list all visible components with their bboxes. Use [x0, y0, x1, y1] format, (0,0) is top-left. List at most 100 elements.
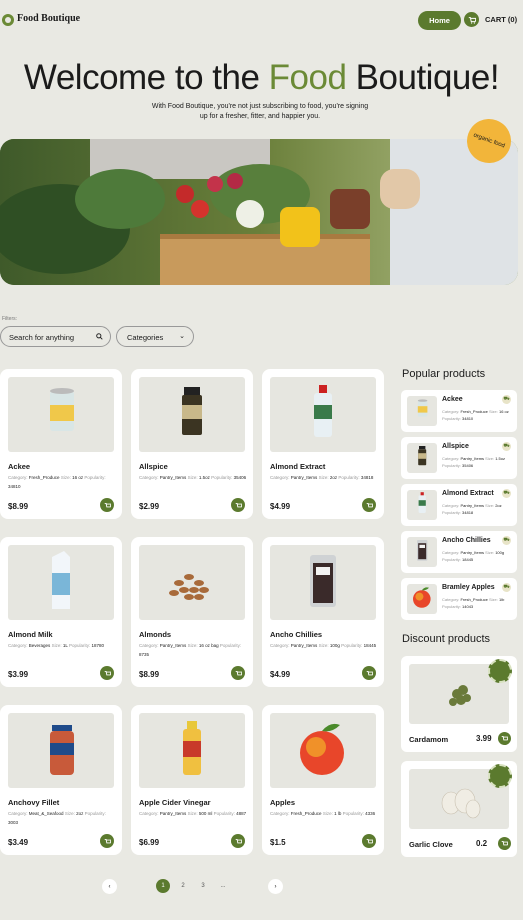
- product-name[interactable]: Almond Milk: [8, 630, 53, 639]
- add-to-cart-button[interactable]: [100, 666, 114, 680]
- product-card[interactable]: Apple Cider Vinegar Category: Pantry_Item…: [131, 705, 253, 855]
- product-name[interactable]: Apples: [270, 798, 295, 807]
- cart-icon[interactable]: ⛟: [502, 583, 511, 592]
- popular-product-name[interactable]: Ackee: [442, 396, 463, 403]
- popular-product-name[interactable]: Bramley Apples: [442, 584, 495, 591]
- pagination-next-button[interactable]: ›: [268, 879, 283, 894]
- pagination-page-1[interactable]: 1: [156, 879, 170, 893]
- logo-text[interactable]: Food Boutique: [17, 13, 80, 24]
- popular-product-image[interactable]: [407, 396, 437, 426]
- add-to-cart-button[interactable]: [498, 837, 511, 850]
- meta-label: Size:: [60, 475, 71, 480]
- popular-product-card[interactable]: Ackee Category: Fresh_Produce Size: 16 oz…: [401, 390, 517, 432]
- discount-product-price: 0.2: [476, 839, 488, 848]
- product-card[interactable]: Allspice Category: Pantry_Items Size: 1.5…: [131, 369, 253, 519]
- cart-icon[interactable]: ⛟: [502, 536, 511, 545]
- popular-product-image[interactable]: [407, 537, 437, 567]
- product-card[interactable]: Ackee Category: Fresh_Produce Size: 16 oz…: [0, 369, 122, 519]
- meta-label: Size:: [64, 811, 75, 816]
- product-image[interactable]: [270, 545, 376, 620]
- meta-label: Category:: [442, 503, 460, 508]
- product-image[interactable]: [8, 377, 114, 452]
- meta-label: Popularity:: [338, 475, 360, 480]
- product-name[interactable]: Allspice: [139, 462, 168, 471]
- home-nav-button[interactable]: Home: [418, 11, 461, 30]
- product-name[interactable]: Anchovy Fillet: [8, 798, 59, 807]
- popular-product-meta: Category: Fresh_Produce Size: 16 oz Popu…: [442, 408, 512, 422]
- product-image[interactable]: [139, 377, 245, 452]
- product-name[interactable]: Almonds: [139, 630, 171, 639]
- add-to-cart-button[interactable]: [231, 834, 245, 848]
- popular-product-image[interactable]: [407, 584, 437, 614]
- product-name[interactable]: Almond Extract: [270, 462, 325, 471]
- discount-product-name[interactable]: Cardamom: [409, 735, 448, 744]
- pagination-prev-button[interactable]: ‹: [102, 879, 117, 894]
- meta-value: 3003: [8, 820, 19, 825]
- add-to-cart-button[interactable]: [231, 666, 245, 680]
- add-to-cart-button[interactable]: [231, 498, 245, 512]
- logo-icon: [2, 14, 14, 26]
- pagination-page-2[interactable]: 2: [177, 879, 189, 893]
- product-card[interactable]: Almond Milk Category: Beverages Size: 1L …: [0, 537, 122, 687]
- meta-label: Category:: [8, 811, 28, 816]
- discount-product-card[interactable]: Garlic Clove 0.2: [401, 761, 517, 857]
- add-to-cart-button[interactable]: [362, 666, 376, 680]
- product-image[interactable]: [8, 545, 114, 620]
- product-card[interactable]: Almond Extract Category: Pantry_Items Siz…: [262, 369, 384, 519]
- add-to-cart-button[interactable]: [498, 732, 511, 745]
- popular-product-name[interactable]: Ancho Chillies: [442, 537, 491, 544]
- discount-badge-icon: [488, 764, 512, 788]
- discount-product-name[interactable]: Garlic Clove: [409, 840, 453, 849]
- product-price: $3.49: [8, 838, 29, 847]
- cart-link[interactable]: CART (0): [485, 15, 517, 24]
- add-to-cart-button[interactable]: [362, 834, 376, 848]
- product-price: $2.99: [139, 502, 160, 511]
- product-image[interactable]: [8, 713, 114, 788]
- meta-label: Popularity:: [219, 643, 242, 648]
- hero-image: [0, 139, 518, 285]
- popular-product-card[interactable]: Almond Extract Category: Pantry_Items Siz…: [401, 484, 517, 526]
- popular-products-title: Popular products: [402, 368, 486, 380]
- meta-value: 1.5oz: [495, 456, 505, 461]
- product-meta: Category: Pantry_Items Size: 1.5oz Popul…: [139, 473, 247, 482]
- product-image[interactable]: [270, 713, 376, 788]
- product-card[interactable]: Ancho Chillies Category: Pantry_Items Siz…: [262, 537, 384, 687]
- cart-icon[interactable]: ⛟: [502, 489, 511, 498]
- meta-label: Size:: [187, 643, 198, 648]
- meta-value: Pantry_Items: [290, 643, 318, 648]
- popular-product-card[interactable]: Bramley Apples Category: Fresh_Produce Si…: [401, 578, 517, 620]
- product-name[interactable]: Ancho Chillies: [270, 630, 322, 639]
- meta-label: Category:: [442, 550, 460, 555]
- product-name[interactable]: Apple Cider Vinegar: [139, 798, 211, 807]
- meta-value: 34810: [8, 484, 21, 489]
- add-to-cart-button[interactable]: [362, 498, 376, 512]
- add-to-cart-button[interactable]: [100, 498, 114, 512]
- cart-icon[interactable]: [464, 12, 479, 27]
- search-input[interactable]: Search for anything: [0, 326, 111, 347]
- meta-label: Category:: [8, 643, 28, 648]
- product-meta: Category: Pantry_Items Size: 100g Popula…: [270, 641, 378, 650]
- discount-product-card[interactable]: Cardamom 3.99: [401, 656, 517, 752]
- cart-icon[interactable]: ⛟: [502, 395, 511, 404]
- add-to-cart-button[interactable]: [100, 834, 114, 848]
- pagination-page-3[interactable]: 3: [197, 879, 209, 893]
- title-part: Boutique!: [346, 58, 500, 97]
- popular-product-name[interactable]: Almond Extract: [442, 490, 494, 497]
- product-card[interactable]: Anchovy Fillet Category: Meat_&_Seafood S…: [0, 705, 122, 855]
- popular-product-image[interactable]: [407, 443, 437, 473]
- popular-product-card[interactable]: Allspice Category: Pantry_Items Size: 1.5…: [401, 437, 517, 479]
- popular-product-name[interactable]: Allspice: [442, 443, 469, 450]
- meta-label: Size:: [318, 643, 329, 648]
- meta-label: Category:: [270, 811, 290, 816]
- search-icon[interactable]: [96, 333, 103, 342]
- product-image[interactable]: [270, 377, 376, 452]
- popular-product-image[interactable]: [407, 490, 437, 520]
- product-name[interactable]: Ackee: [8, 462, 30, 471]
- categories-select[interactable]: Categories ⌄: [116, 326, 194, 347]
- product-card[interactable]: Almonds Category: Pantry_Items Size: 16 o…: [131, 537, 253, 687]
- popular-product-card[interactable]: Ancho Chillies Category: Pantry_Items Siz…: [401, 531, 517, 573]
- product-image[interactable]: [139, 545, 245, 620]
- product-image[interactable]: [139, 713, 245, 788]
- cart-icon[interactable]: ⛟: [502, 442, 511, 451]
- product-card[interactable]: Apples Category: Fresh_Produce Size: 1 lb…: [262, 705, 384, 855]
